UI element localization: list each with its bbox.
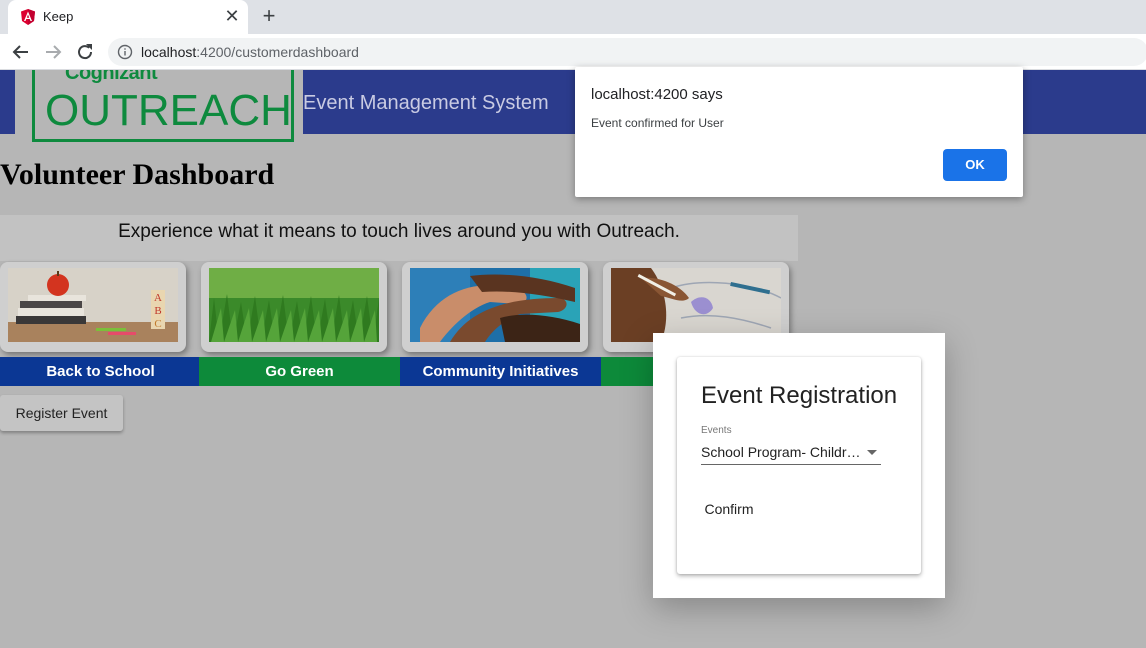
- close-tab-icon[interactable]: ✕: [222, 6, 242, 26]
- confirm-button[interactable]: Confirm: [695, 495, 763, 523]
- browser-tab-strip: Keep ✕ +: [0, 0, 1146, 34]
- drawing-hands-image: [611, 268, 781, 342]
- alert-title: localhost:4200 says: [591, 86, 723, 103]
- angular-icon: [21, 9, 35, 25]
- tagline-banner: Experience what it means to touch lives …: [0, 215, 798, 261]
- back-arrow-icon[interactable]: [9, 40, 33, 64]
- card-community-initiatives[interactable]: [402, 262, 588, 352]
- event-registration-dialog: Event Registration Events School Program…: [653, 333, 945, 598]
- address-bar[interactable]: localhost:4200/customerdashboard: [108, 38, 1146, 66]
- url-path: :4200/customerdashboard: [196, 44, 359, 60]
- hands-image: [410, 268, 580, 342]
- app-title: Event Management System: [303, 92, 549, 114]
- browser-alert-dialog: localhost:4200 says Event confirmed for …: [575, 67, 1023, 197]
- url-host: localhost: [141, 44, 197, 60]
- card-label-go-green[interactable]: Go Green: [199, 357, 400, 386]
- card-label-community-initiatives[interactable]: Community Initiatives: [400, 357, 601, 386]
- info-icon[interactable]: [117, 44, 133, 60]
- browser-toolbar: localhost:4200/customerdashboard: [0, 34, 1146, 70]
- svg-text:B: B: [154, 305, 161, 317]
- forward-arrow-icon[interactable]: [41, 40, 65, 64]
- alert-message: Event confirmed for User: [591, 116, 724, 130]
- svg-text:A: A: [154, 292, 162, 304]
- events-select-value: School Program- Children Education: [701, 444, 861, 460]
- svg-text:C: C: [154, 318, 161, 330]
- logo-main-text: OUTREACH: [45, 86, 292, 135]
- events-field-label: Events: [701, 425, 732, 436]
- books-apple-image: A B C: [8, 268, 178, 342]
- logo-brand-text: Cognizant: [65, 70, 158, 84]
- card-go-green[interactable]: [201, 262, 387, 352]
- browser-tab[interactable]: Keep ✕: [8, 0, 248, 34]
- events-select[interactable]: School Program- Children Education: [701, 441, 881, 465]
- card-back-to-school[interactable]: A B C: [0, 262, 186, 352]
- logo: Cognizant OUTREACH: [15, 70, 303, 148]
- tagline-text: Experience what it means to touch lives …: [118, 221, 680, 242]
- tab-title: Keep: [43, 9, 74, 24]
- page-title: Volunteer Dashboard: [0, 158, 275, 191]
- new-tab-icon[interactable]: +: [258, 5, 280, 27]
- register-event-button[interactable]: Register Event: [0, 395, 123, 431]
- grass-image: [209, 268, 379, 342]
- url-text: localhost:4200/customerdashboard: [141, 44, 359, 60]
- alert-ok-button[interactable]: OK: [943, 149, 1007, 181]
- reload-icon[interactable]: [73, 40, 97, 64]
- dropdown-arrow-icon[interactable]: [867, 450, 877, 455]
- card-label-back-to-school[interactable]: Back to School: [0, 357, 201, 386]
- event-registration-card: Event Registration Events School Program…: [677, 357, 921, 574]
- dialog-title: Event Registration: [701, 382, 898, 409]
